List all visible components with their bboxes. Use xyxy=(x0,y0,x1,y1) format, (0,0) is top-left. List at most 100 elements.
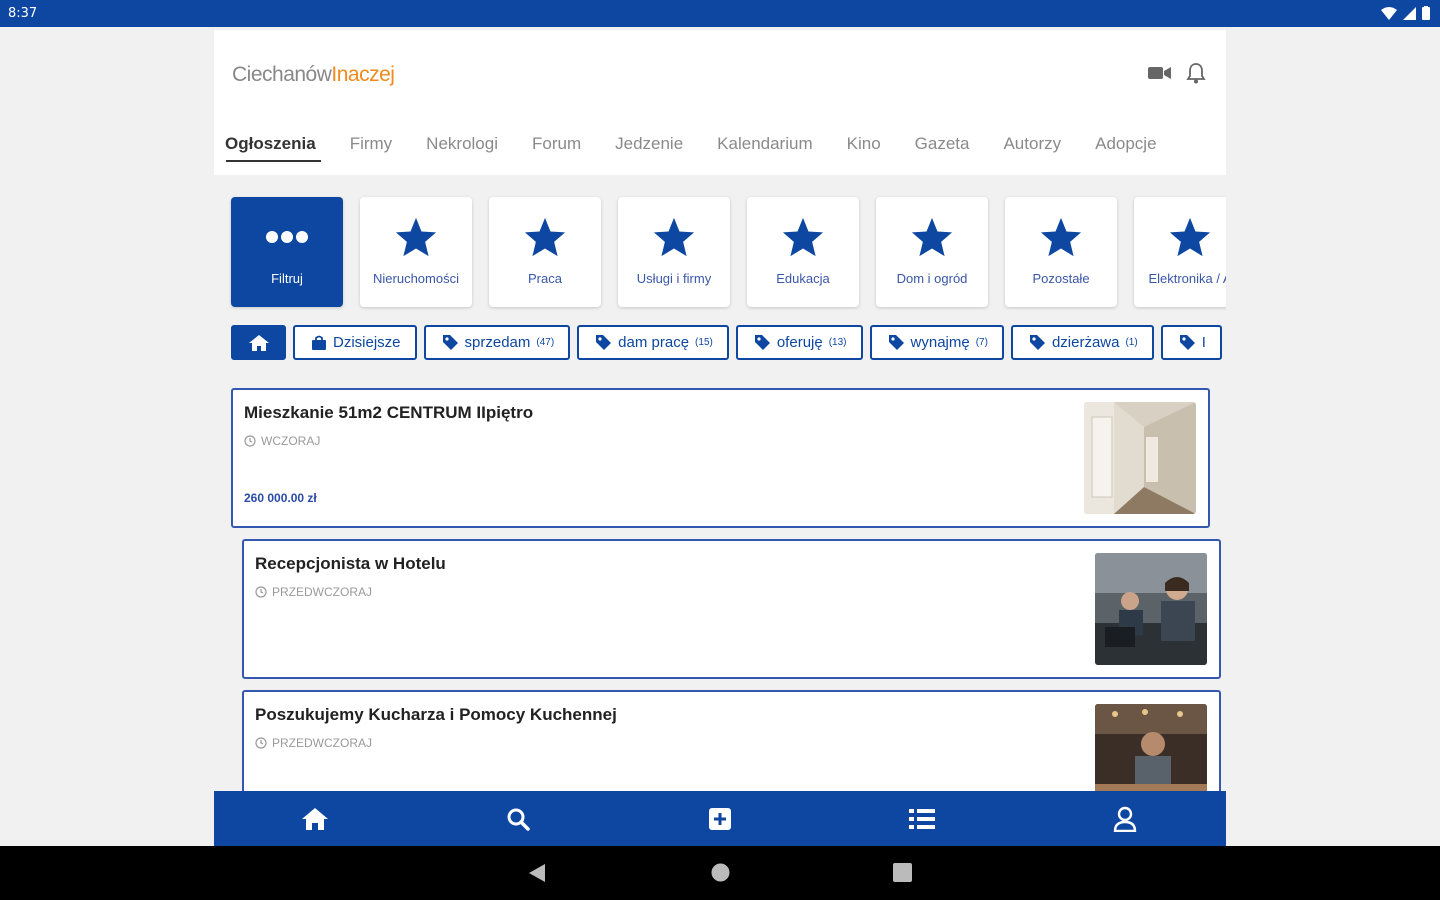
home-icon xyxy=(248,334,269,351)
listing-title: Mieszkanie 51m2 CENTRUM IIpiętro xyxy=(244,403,534,422)
listing-photo xyxy=(1095,553,1207,665)
category-label: Usługi i firmy xyxy=(636,271,712,286)
category-filter-button[interactable]: Filtruj xyxy=(231,197,343,307)
bottom-navigation xyxy=(214,791,1226,846)
category-label: Pozostałe xyxy=(1032,271,1090,286)
back-icon[interactable] xyxy=(528,863,546,883)
bell-icon[interactable] xyxy=(1186,62,1206,84)
category-praca[interactable]: Praca xyxy=(489,197,601,307)
chip-label: Dzisiejsze xyxy=(333,334,401,351)
nav-search-button[interactable] xyxy=(488,791,548,846)
more-dots-icon xyxy=(266,231,308,243)
chip-label: oferuję xyxy=(776,334,823,351)
battery-icon xyxy=(1422,6,1430,20)
chip-home-button[interactable] xyxy=(231,325,286,360)
recents-square-icon[interactable] xyxy=(893,863,912,882)
chip-more[interactable]: I xyxy=(1160,325,1222,360)
chip-count: (7) xyxy=(975,337,988,348)
tab-jedzenie[interactable]: Jedzenie xyxy=(598,128,700,168)
tab-autorzy[interactable]: Autorzy xyxy=(986,128,1078,168)
chip-label: sprzedam xyxy=(464,334,531,351)
tab-gazeta[interactable]: Gazeta xyxy=(898,128,987,168)
listing-photo xyxy=(1084,402,1196,514)
listing-date: WCZORAJ xyxy=(244,434,320,448)
star-icon xyxy=(1169,217,1211,257)
home-circle-icon[interactable] xyxy=(711,863,730,882)
chip-wynajme[interactable]: wynajmę (7) xyxy=(869,325,1004,360)
chip-dam-prace[interactable]: dam pracę (15) xyxy=(577,325,729,360)
list-icon xyxy=(909,808,936,829)
search-icon xyxy=(507,808,530,831)
user-icon xyxy=(1113,806,1136,832)
category-label: Elektronika / A xyxy=(1148,271,1226,286)
category-label: Dom i ogród xyxy=(896,271,968,286)
listing-card[interactable]: Recepcjonista w Hotelu PRZEDWCZORAJ xyxy=(242,539,1221,679)
star-icon xyxy=(782,217,824,257)
tag-icon xyxy=(1029,335,1045,350)
chip-label: dzierżawa xyxy=(1051,334,1120,351)
nav-profile-button[interactable] xyxy=(1095,791,1155,846)
listing-title: Poszukujemy Kucharza i Pomocy Kuchennej xyxy=(255,705,617,724)
chip-oferuje[interactable]: oferuję (13) xyxy=(735,325,863,360)
tag-icon xyxy=(888,335,904,350)
star-icon xyxy=(1040,217,1082,257)
chip-count: (1) xyxy=(1125,337,1138,348)
status-bar: 8:37 xyxy=(0,0,1440,27)
chip-dzierzawa[interactable]: dzierżawa (1) xyxy=(1010,325,1154,360)
tab-nekrologi[interactable]: Nekrologi xyxy=(409,128,515,168)
listing-date: PRZEDWCZORAJ xyxy=(255,585,372,599)
home-icon xyxy=(302,807,329,830)
tab-ogloszenia[interactable]: Ogłoszenia xyxy=(214,128,333,168)
filter-chips: Dzisiejsze sprzedam (47) dam pracę (15) … xyxy=(231,325,1222,360)
category-edukacja[interactable]: Edukacja xyxy=(747,197,859,307)
category-label: Filtruj xyxy=(271,271,303,286)
bag-icon xyxy=(312,335,326,350)
chip-count: (13) xyxy=(828,337,847,348)
status-time: 8:37 xyxy=(8,6,38,21)
tab-firmy[interactable]: Firmy xyxy=(333,128,409,168)
tag-icon xyxy=(596,335,612,350)
category-nieruchomosci[interactable]: Nieruchomości xyxy=(360,197,472,307)
category-tiles: Filtruj Nieruchomości Praca Usługi i fir… xyxy=(231,197,1226,307)
nav-add-button[interactable] xyxy=(690,791,750,846)
main-tabs: Ogłoszenia Firmy Nekrologi Forum Jedzeni… xyxy=(214,128,1174,168)
chip-label: dam pracę xyxy=(618,334,690,351)
category-elektronika[interactable]: Elektronika / A xyxy=(1134,197,1226,307)
signal-icon xyxy=(1403,6,1416,20)
system-navigation-bar xyxy=(0,846,1440,900)
chip-dzisiejsze[interactable]: Dzisiejsze xyxy=(293,325,417,360)
nav-home-button[interactable] xyxy=(285,791,345,846)
chip-label: wynajmę xyxy=(910,334,970,351)
tab-adopcje[interactable]: Adopcje xyxy=(1078,128,1173,168)
clock-icon xyxy=(255,586,267,598)
star-icon xyxy=(911,217,953,257)
tag-icon xyxy=(754,335,770,350)
chip-sprzedam[interactable]: sprzedam (47) xyxy=(423,325,571,360)
video-camera-icon[interactable] xyxy=(1148,65,1172,81)
chip-label: I xyxy=(1201,334,1206,351)
chip-count: (15) xyxy=(695,337,713,348)
listing-card[interactable]: Mieszkanie 51m2 CENTRUM IIpiętro WCZORAJ… xyxy=(231,388,1210,528)
header-actions xyxy=(1148,62,1206,84)
clock-icon xyxy=(255,737,267,749)
tab-kalendarium[interactable]: Kalendarium xyxy=(700,128,829,168)
app-logo[interactable]: CiechanówInaczej xyxy=(232,63,395,87)
status-icons xyxy=(1381,6,1430,20)
tag-icon xyxy=(442,335,458,350)
category-label: Edukacja xyxy=(776,271,830,286)
clock-icon xyxy=(244,435,256,447)
star-icon xyxy=(653,217,695,257)
category-uslugi[interactable]: Usługi i firmy xyxy=(618,197,730,307)
logo-text-part2: Inaczej xyxy=(331,63,395,86)
nav-list-button[interactable] xyxy=(892,791,952,846)
category-label: Nieruchomości xyxy=(373,271,459,286)
category-dom-i-ogrod[interactable]: Dom i ogród xyxy=(876,197,988,307)
tag-icon xyxy=(1179,335,1195,350)
category-pozostale[interactable]: Pozostałe xyxy=(1005,197,1117,307)
tab-kino[interactable]: Kino xyxy=(830,128,898,168)
listing-date-text: WCZORAJ xyxy=(261,434,321,448)
listing-price: 260 000.00 zł xyxy=(244,491,317,505)
listing-date-text: PRZEDWCZORAJ xyxy=(272,736,372,750)
wifi-icon xyxy=(1381,6,1397,20)
tab-forum[interactable]: Forum xyxy=(515,128,598,168)
